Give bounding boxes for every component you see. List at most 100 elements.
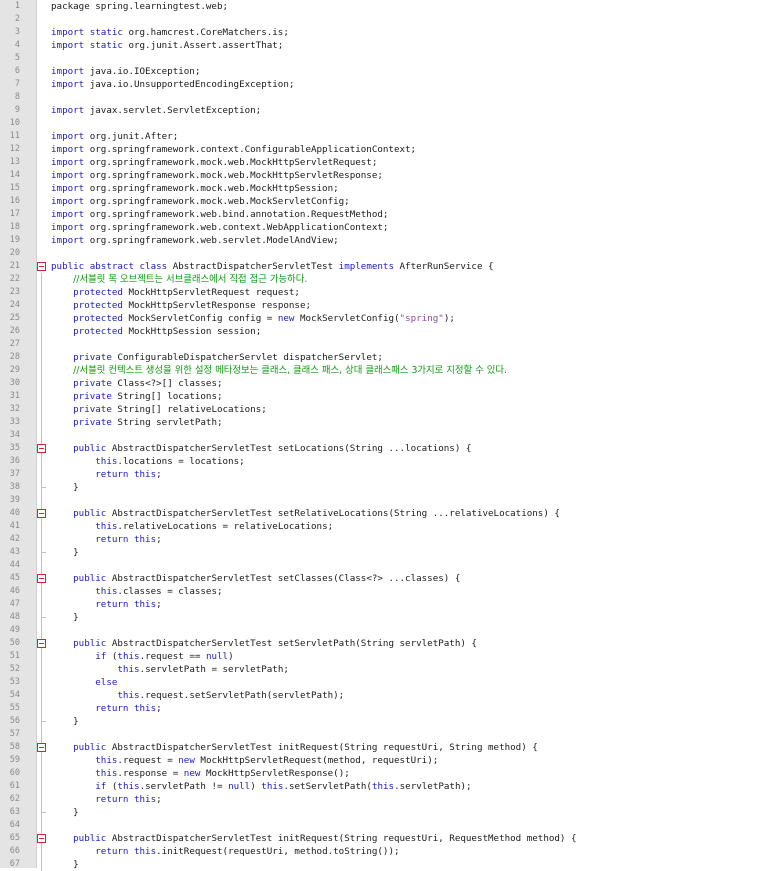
code-line[interactable]: 33 private String servletPath; — [0, 416, 768, 429]
line-number: 51 — [9, 651, 20, 661]
code-line[interactable]: 12 import org.springframework.context.Con… — [0, 143, 768, 156]
code-line[interactable]: 9 import javax.servlet.ServletException; — [0, 104, 768, 117]
code-line[interactable]: 22 //서블릿 목 오브젝트는 서브클래스에서 직접 접근 가능하다. — [0, 273, 768, 286]
code-line[interactable]: 65 public AbstractDispatcherServletTest … — [0, 832, 768, 845]
code-line[interactable]: 36 this.locations = locations; — [0, 455, 768, 468]
code-line[interactable]: 25 protected MockServletConfig config = … — [0, 312, 768, 325]
line-number: 9 — [14, 105, 20, 115]
code-line[interactable]: 54 this.request.setServletPath(servletPa… — [0, 689, 768, 702]
code-editor[interactable]: 1 package spring.learningtest.web; 2 3 impor… — [0, 0, 768, 871]
code-line[interactable]: 63 } — [0, 806, 768, 819]
code-line[interactable]: 60 this.response = new MockHttpServletRe… — [0, 767, 768, 780]
code-line[interactable]: 6 import java.io.IOException; — [0, 65, 768, 78]
code-line[interactable]: 7 import java.io.UnsupportedEncodingExcep… — [0, 78, 768, 91]
line-source: import static org.junit.Assert.assertTha… — [51, 40, 284, 51]
code-line[interactable]: 45 public AbstractDispatcherServletTest … — [0, 572, 768, 585]
fold-guide-icon — [37, 494, 47, 507]
code-line[interactable]: 11 import org.junit.After; — [0, 130, 768, 143]
code-line[interactable]: 18 import org.springframework.web.context… — [0, 221, 768, 234]
fold-guide-icon — [37, 481, 47, 494]
fold-guide-icon — [37, 338, 47, 351]
code-line[interactable]: 40 public AbstractDispatcherServletTest … — [0, 507, 768, 520]
code-line[interactable]: 1 package spring.learningtest.web; — [0, 0, 768, 13]
code-line[interactable]: 4 import static org.junit.Assert.assertTh… — [0, 39, 768, 52]
code-line[interactable]: 47 return this; — [0, 598, 768, 611]
code-line[interactable]: 31 private String[] locations; — [0, 390, 768, 403]
line-source: import org.springframework.web.bind.anno… — [51, 209, 389, 220]
line-source: import java.io.IOException; — [51, 66, 201, 77]
line-number: 19 — [9, 235, 20, 245]
code-line[interactable]: 51 if (this.request == null) — [0, 650, 768, 663]
collapse-icon[interactable] — [37, 507, 47, 520]
code-line[interactable]: 28 private ConfigurableDispatcherServlet… — [0, 351, 768, 364]
code-line[interactable]: 61 if (this.servletPath != null) this.se… — [0, 780, 768, 793]
code-line[interactable]: 44 — [0, 559, 768, 572]
code-area[interactable]: 1 package spring.learningtest.web; 2 3 impor… — [0, 0, 768, 871]
line-number: 63 — [9, 807, 20, 817]
collapse-icon[interactable] — [37, 741, 47, 754]
line-number: 49 — [9, 625, 20, 635]
code-line[interactable]: 56 } — [0, 715, 768, 728]
line-number: 8 — [14, 92, 20, 102]
code-line[interactable]: 41 this.relativeLocations = relativeLoca… — [0, 520, 768, 533]
collapse-icon[interactable] — [37, 442, 47, 455]
fold-guide-icon — [37, 793, 47, 806]
code-line[interactable]: 58 public AbstractDispatcherServletTest … — [0, 741, 768, 754]
code-line[interactable]: 29 //서블릿 컨텍스트 생성을 위한 설정 메타정보는 클래스, 클래스 패… — [0, 364, 768, 377]
code-line[interactable]: 19 import org.springframework.web.servlet… — [0, 234, 768, 247]
code-line[interactable]: 15 import org.springframework.mock.web.Mo… — [0, 182, 768, 195]
code-line[interactable]: 64 — [0, 819, 768, 832]
collapse-icon[interactable] — [37, 572, 47, 585]
line-number: 32 — [9, 404, 20, 414]
line-number: 11 — [9, 131, 20, 141]
collapse-icon[interactable] — [37, 260, 47, 273]
code-line[interactable]: 43 } — [0, 546, 768, 559]
code-line[interactable]: 32 private String[] relativeLocations; — [0, 403, 768, 416]
code-line[interactable]: 57 — [0, 728, 768, 741]
fold-guide-icon — [37, 728, 47, 741]
collapse-icon[interactable] — [37, 637, 47, 650]
code-line[interactable]: 23 protected MockHttpServletRequest requ… — [0, 286, 768, 299]
code-line[interactable]: 46 this.classes = classes; — [0, 585, 768, 598]
line-source: private Class<?>[] classes; — [73, 378, 223, 389]
code-line[interactable]: 62 return this; — [0, 793, 768, 806]
code-line[interactable]: 50 public AbstractDispatcherServletTest … — [0, 637, 768, 650]
collapse-icon[interactable] — [37, 832, 47, 845]
code-line[interactable]: 42 return this; — [0, 533, 768, 546]
code-line[interactable]: 21 public abstract class AbstractDispatch… — [0, 260, 768, 273]
code-line[interactable]: 55 return this; — [0, 702, 768, 715]
code-line[interactable]: 8 — [0, 91, 768, 104]
code-line[interactable]: 48 } — [0, 611, 768, 624]
code-line[interactable]: 27 — [0, 338, 768, 351]
code-line[interactable]: 5 — [0, 52, 768, 65]
code-line[interactable]: 37 return this; — [0, 468, 768, 481]
code-line[interactable]: 14 import org.springframework.mock.web.Mo… — [0, 169, 768, 182]
line-number: 29 — [9, 365, 20, 375]
code-line[interactable]: 39 — [0, 494, 768, 507]
code-line[interactable]: 10 — [0, 117, 768, 130]
code-line[interactable]: 35 public AbstractDispatcherServletTest … — [0, 442, 768, 455]
code-line[interactable]: 30 private Class<?>[] classes; — [0, 377, 768, 390]
code-line[interactable]: 17 import org.springframework.web.bind.an… — [0, 208, 768, 221]
line-number: 46 — [9, 586, 20, 596]
code-line[interactable]: 59 this.request = new MockHttpServletReq… — [0, 754, 768, 767]
code-line[interactable]: 16 import org.springframework.mock.web.Mo… — [0, 195, 768, 208]
code-line[interactable]: 2 — [0, 13, 768, 26]
code-line[interactable]: 20 — [0, 247, 768, 260]
code-line[interactable]: 53 else — [0, 676, 768, 689]
code-line[interactable]: 38 } — [0, 481, 768, 494]
code-line[interactable]: 49 — [0, 624, 768, 637]
line-source: import static org.hamcrest.CoreMatchers.… — [51, 27, 289, 38]
code-line[interactable]: 3 import static org.hamcrest.CoreMatchers… — [0, 26, 768, 39]
code-line[interactable]: 24 protected MockHttpServletResponse res… — [0, 299, 768, 312]
line-source: private String[] relativeLocations; — [73, 404, 267, 415]
code-line[interactable]: 13 import org.springframework.mock.web.Mo… — [0, 156, 768, 169]
line-number: 53 — [9, 677, 20, 687]
code-line[interactable]: 34 — [0, 429, 768, 442]
code-line[interactable]: 67 } — [0, 858, 768, 871]
line-source: this.relativeLocations = relativeLocatio… — [95, 521, 334, 532]
code-line[interactable]: 66 return this.initRequest(requestUri, m… — [0, 845, 768, 858]
code-line[interactable]: 52 this.servletPath = servletPath; — [0, 663, 768, 676]
line-number: 23 — [9, 287, 20, 297]
code-line[interactable]: 26 protected MockHttpSession session; — [0, 325, 768, 338]
